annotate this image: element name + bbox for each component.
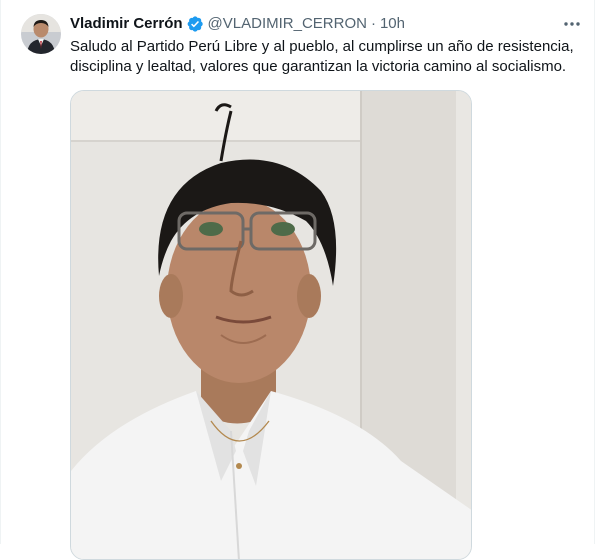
tweet-timestamp[interactable]: 10h (380, 14, 405, 34)
more-options-button[interactable] (562, 14, 582, 34)
avatar-image (21, 14, 61, 54)
avatar[interactable] (21, 14, 61, 54)
verified-badge-icon (187, 16, 203, 32)
tweet-card[interactable]: Vladimir Cerrón @VLADIMIR_CERRON · 10h S… (0, 0, 595, 560)
author-name[interactable]: Vladimir Cerrón (70, 14, 183, 34)
tweet-text: Saludo al Partido Perú Libre y al pueblo… (70, 38, 574, 75)
photo-image (71, 91, 471, 559)
author-handle[interactable]: @VLADIMIR_CERRON (208, 14, 367, 34)
tweet-photo[interactable] (70, 90, 472, 560)
more-horizontal-icon (564, 22, 580, 26)
header-separator: · (370, 15, 376, 32)
tweet-header: Vladimir Cerrón @VLADIMIR_CERRON · 10h (70, 14, 405, 34)
